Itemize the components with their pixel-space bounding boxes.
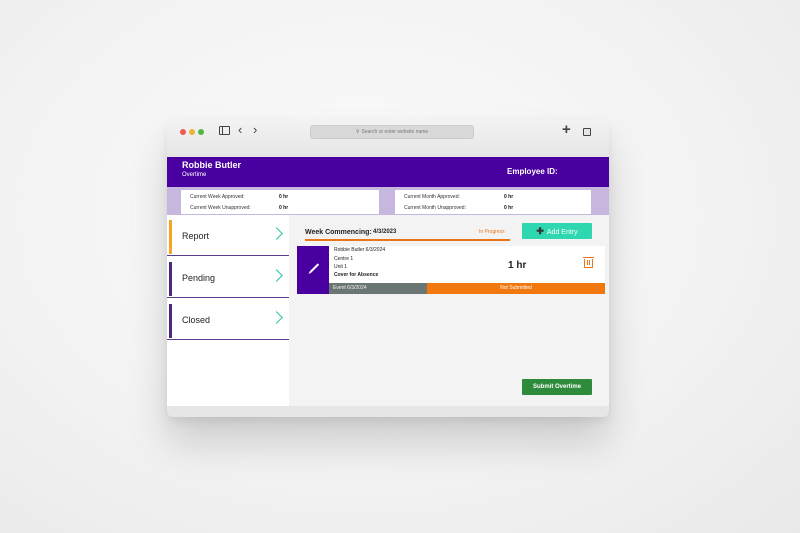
submit-overtime-button[interactable]: Submit Overtime: [522, 379, 592, 395]
nav-item-pending[interactable]: Pending: [167, 257, 289, 298]
trash-icon[interactable]: [583, 257, 594, 268]
browser-titlebar: ‹ › ⚲ Search or enter website name +: [167, 120, 609, 158]
week-commencing-label: Week Commencing:: [305, 229, 372, 236]
nav-indicator: [169, 262, 172, 296]
add-entry-label: Add Entry: [546, 228, 578, 236]
add-entry-button[interactable]: ✚ Add Entry: [522, 223, 592, 239]
nav-item-label: Closed: [182, 315, 211, 325]
address-placeholder: Search or enter website name: [361, 129, 429, 135]
employee-name: Robbie Butler: [182, 160, 242, 170]
week-commencing-date: 4/3/2023: [373, 229, 397, 235]
chevron-right-icon: [270, 227, 283, 240]
entry-submission-status: Not Submitted: [427, 283, 605, 294]
week-stats: Current Week Approved: 0 hr Current Week…: [181, 190, 379, 214]
week-approved-label: Current Week Approved:: [190, 194, 245, 200]
nav-item-label: Report: [182, 231, 210, 241]
nav-item-report[interactable]: Report: [167, 215, 289, 256]
week-approved-value: 0 hr: [279, 194, 289, 200]
page-subtitle: Overtime: [182, 172, 207, 178]
entry-event-date: Event 6/3/2024: [329, 283, 427, 294]
app-header: Robbie Butler Overtime Employee ID:: [167, 157, 609, 187]
search-icon: ⚲: [355, 129, 360, 135]
month-unapproved-value: 0 hr: [504, 205, 514, 211]
stats-panel: Current Week Approved: 0 hr Current Week…: [167, 187, 609, 215]
side-nav: Report Pending Closed: [167, 215, 289, 406]
nav-indicator: [169, 220, 172, 254]
entry-centre: Centre 1: [334, 256, 354, 262]
month-unapproved-label: Current Month Unapproved:: [404, 205, 466, 211]
week-unapproved-label: Current Week Unapproved:: [190, 205, 251, 211]
edit-entry-button[interactable]: [297, 246, 329, 294]
status-badge: In Progress: [479, 229, 505, 235]
divider: [305, 239, 510, 241]
address-bar[interactable]: ⚲ Search or enter website name: [310, 125, 474, 139]
pencil-icon: [309, 263, 320, 273]
browser-window: ‹ › ⚲ Search or enter website name + Robb…: [167, 120, 609, 417]
main-panel: Week Commencing: 4/3/2023 In Progress ✚ A…: [294, 215, 609, 406]
overtime-entry-card[interactable]: Robbie Butler 6/3/2024 Centre 1 Unit 1 C…: [297, 246, 605, 294]
overtime-app: Robbie Butler Overtime Employee ID: Curr…: [167, 157, 609, 406]
month-approved-label: Current Month Approved:: [404, 194, 460, 200]
forward-icon[interactable]: ›: [253, 123, 257, 136]
nav-indicator: [169, 304, 172, 338]
month-approved-value: 0 hr: [504, 194, 514, 200]
nav-item-label: Pending: [182, 273, 216, 283]
entry-hours: 1 hr: [508, 260, 527, 271]
minimize-window-button[interactable]: [189, 129, 195, 135]
chevron-right-icon: [270, 269, 283, 282]
week-unapproved-value: 0 hr: [279, 205, 289, 211]
back-icon[interactable]: ‹: [238, 123, 242, 136]
entry-unit: Unit 1: [334, 264, 348, 270]
maximize-window-button[interactable]: [198, 129, 204, 135]
close-window-button[interactable]: [180, 129, 186, 135]
employee-id-label: Employee ID:: [507, 167, 558, 176]
add-icon: ✚: [536, 225, 544, 236]
tab-overview-icon[interactable]: [583, 126, 593, 136]
entry-title: Robbie Butler 6/3/2024: [334, 247, 386, 253]
chevron-right-icon: [270, 311, 283, 324]
month-stats: Current Month Approved: 0 hr Current Mon…: [395, 190, 591, 214]
sidebar-toggle-icon[interactable]: [219, 126, 230, 135]
new-tab-icon[interactable]: +: [562, 122, 571, 137]
entry-reason: Cover for Absence: [334, 272, 379, 278]
nav-item-closed[interactable]: Closed: [167, 299, 289, 340]
